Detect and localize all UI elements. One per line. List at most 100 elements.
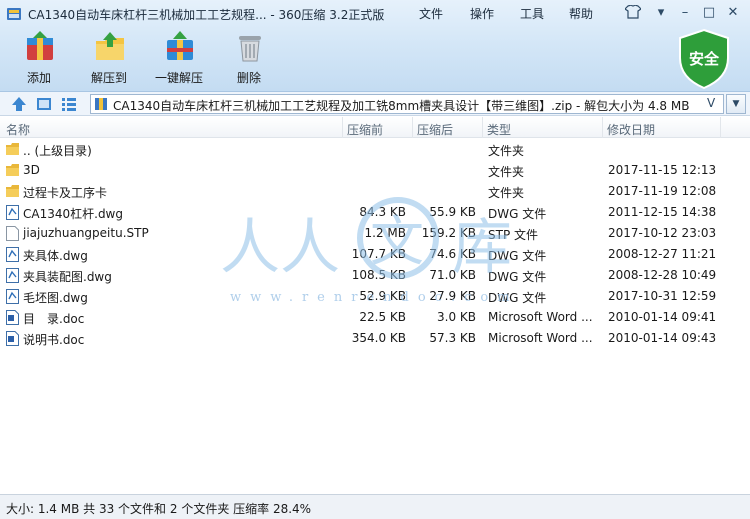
doc-file-icon — [6, 331, 19, 346]
one-click-extract-button[interactable]: 一键解压 — [146, 30, 212, 86]
packed-size: 22.5 KB — [359, 310, 406, 324]
address-bar: CA1340自动车床杠杆三机械加工工艺规程及加工铣8mm槽夹具设计【带三维图】.… — [0, 92, 750, 116]
zip-archive-icon — [95, 98, 107, 110]
file-type: DWG 文件 — [488, 207, 547, 221]
unpacked-size: 74.6 KB — [429, 247, 476, 261]
file-type: 文件夹 — [488, 186, 525, 200]
column-type[interactable]: 类型 — [487, 121, 511, 138]
column-divider[interactable] — [342, 117, 343, 138]
file-name: 夹具体.dwg — [23, 249, 88, 263]
table-row[interactable]: CA1340杠杆.dwg 84.3 KB 55.9 KB DWG 文件 2011… — [0, 202, 750, 223]
unpacked-size: 3.0 KB — [437, 310, 476, 324]
maximize-icon[interactable]: □ — [700, 5, 718, 21]
status-bar: 大小: 1.4 MB 共 33 个文件和 2 个文件夹 压缩率 28.4% — [0, 494, 750, 519]
menu-tools[interactable]: 工具 — [520, 5, 544, 22]
path-dropdown-button[interactable]: ▼ — [726, 94, 746, 114]
path-dropdown-glyph[interactable]: V — [707, 96, 715, 110]
table-row[interactable]: 过程卡及工序卡 文件夹 2017-11-19 12:08 — [0, 181, 750, 202]
dwg-file-icon — [6, 247, 19, 262]
unpacked-size: 57.3 KB — [429, 331, 476, 345]
security-badge[interactable]: 安全 — [676, 28, 732, 90]
packed-size: 108.5 KB — [351, 268, 406, 282]
table-row[interactable]: 说明书.doc 354.0 KB 57.3 KB Microsoft Word … — [0, 328, 750, 349]
file-date: 2008-12-28 10:49 — [608, 268, 717, 282]
column-name[interactable]: 名称 — [6, 121, 30, 138]
table-row[interactable]: 目 录.doc 22.5 KB 3.0 KB Microsoft Word ..… — [0, 307, 750, 328]
file-type: Microsoft Word ... — [488, 331, 593, 345]
menu-arrow-icon[interactable]: ▾ — [652, 5, 670, 21]
file-date: 2017-10-12 23:03 — [608, 226, 717, 240]
window-title: CA1340自动车床杠杆三机械加工工艺规程... - 360压缩 3.2正式版 — [28, 8, 385, 22]
dwg-file-icon — [6, 268, 19, 283]
status-text: 大小: 1.4 MB 共 33 个文件和 2 个文件夹 压缩率 28.4% — [6, 502, 312, 516]
file-date: 2010-01-14 09:41 — [608, 310, 717, 324]
blank-file-icon — [6, 226, 19, 241]
extract-to-button[interactable]: 解压到 — [76, 30, 142, 86]
delete-button[interactable]: 删除 — [216, 30, 282, 86]
file-type: STP 文件 — [488, 228, 538, 242]
column-divider[interactable] — [602, 117, 603, 138]
file-type: 文件夹 — [488, 144, 525, 158]
file-name: .. (上级目录) — [23, 144, 92, 158]
add-archive-icon — [27, 31, 53, 60]
file-name: jiajuzhuangpeitu.STP — [23, 226, 149, 240]
table-row[interactable]: 3D 文件夹 2017-11-15 12:13 — [0, 160, 750, 181]
menu-file[interactable]: 文件 — [419, 5, 443, 22]
extract-to-label: 解压到 — [90, 71, 127, 85]
file-date: 2017-11-15 12:13 — [608, 163, 717, 177]
extract-folder-icon — [96, 32, 124, 60]
up-arrow-icon[interactable] — [10, 95, 28, 113]
title-bar: CA1340自动车床杠杆三机械加工工艺规程... - 360压缩 3.2正式版 … — [0, 0, 750, 28]
skin-icon[interactable] — [624, 4, 642, 21]
file-type: DWG 文件 — [488, 270, 547, 284]
file-name: 夹具装配图.dwg — [23, 270, 112, 284]
dwg-file-icon — [6, 205, 19, 220]
file-name: CA1340杠杆.dwg — [23, 207, 123, 221]
column-unpacked-size[interactable]: 压缩后 — [417, 121, 453, 138]
unpacked-size: 159.2 KB — [421, 226, 476, 240]
menu-help[interactable]: 帮助 — [569, 5, 593, 22]
file-date: 2010-01-14 09:43 — [608, 331, 717, 345]
add-label: 添加 — [26, 71, 51, 85]
one-click-extract-icon — [167, 31, 193, 60]
column-divider[interactable] — [720, 117, 721, 138]
add-button[interactable]: 添加 — [6, 30, 72, 86]
one-click-extract-label: 一键解压 — [154, 71, 203, 85]
unpacked-size: 55.9 KB — [429, 205, 476, 219]
archive-path: CA1340自动车床杠杆三机械加工工艺规程及加工铣8mm槽夹具设计【带三维图】.… — [113, 99, 690, 113]
column-packed-size[interactable]: 压缩前 — [347, 121, 383, 138]
column-divider[interactable] — [412, 117, 413, 138]
minimize-icon[interactable]: – — [676, 5, 694, 21]
table-row[interactable]: 夹具装配图.dwg 108.5 KB 71.0 KB DWG 文件 2008-1… — [0, 265, 750, 286]
app-logo-icon — [7, 8, 21, 20]
thumbnail-view-icon[interactable] — [35, 95, 53, 113]
unpacked-size: 71.0 KB — [429, 268, 476, 282]
file-date: 2011-12-15 14:38 — [608, 205, 717, 219]
watermark-url: www.renrendoc.com — [230, 290, 519, 305]
path-field[interactable]: CA1340自动车床杠杆三机械加工工艺规程及加工铣8mm槽夹具设计【带三维图】.… — [90, 94, 724, 114]
list-view-icon[interactable] — [60, 95, 78, 113]
folder-icon — [6, 143, 19, 155]
file-name: 3D — [23, 163, 40, 177]
table-row[interactable]: .. (上级目录) 文件夹 — [0, 139, 750, 160]
file-date: 2017-10-31 12:59 — [608, 289, 717, 303]
packed-size: 354.0 KB — [351, 331, 406, 345]
delete-label: 删除 — [236, 71, 261, 85]
packed-size: 107.7 KB — [351, 247, 406, 261]
file-type: Microsoft Word ... — [488, 310, 593, 324]
column-modified[interactable]: 修改日期 — [607, 121, 655, 138]
doc-file-icon — [6, 310, 19, 325]
column-divider[interactable] — [482, 117, 483, 138]
file-name: 毛坯图.dwg — [23, 291, 88, 305]
table-row[interactable]: 夹具体.dwg 107.7 KB 74.6 KB DWG 文件 2008-12-… — [0, 244, 750, 265]
close-icon[interactable]: ✕ — [724, 5, 742, 21]
top-bar: CA1340自动车床杠杆三机械加工工艺规程... - 360压缩 3.2正式版 … — [0, 0, 750, 92]
menu-operate[interactable]: 操作 — [470, 5, 494, 22]
packed-size: 84.3 KB — [359, 205, 406, 219]
table-row[interactable]: jiajuzhuangpeitu.STP 1.2 MB 159.2 KB STP… — [0, 223, 750, 244]
file-date: 2017-11-19 12:08 — [608, 184, 717, 198]
trash-icon — [239, 36, 261, 62]
file-name: 说明书.doc — [23, 333, 85, 347]
folder-icon — [6, 185, 19, 197]
folder-icon — [6, 164, 19, 176]
